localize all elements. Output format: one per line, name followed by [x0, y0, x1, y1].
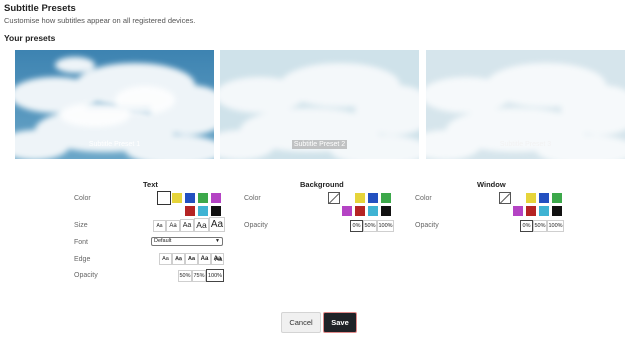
chevron-down-icon: ▼ — [215, 238, 220, 244]
preset-card-2[interactable]: Subtitle Preset 2 — [220, 50, 419, 159]
save-button[interactable]: Save — [323, 312, 357, 333]
text-size-xs-option[interactable]: Aa — [153, 220, 166, 232]
font-select[interactable]: Default ▼ — [151, 237, 223, 246]
text-heading: Text — [143, 180, 158, 189]
text-size-label: Size — [74, 222, 88, 229]
window-color-label: Color — [415, 195, 432, 202]
preset-1-caption: Subtitle Preset 1 — [88, 141, 141, 148]
window-color-none-swatch[interactable] — [499, 192, 511, 204]
font-select-value: Default — [154, 238, 172, 244]
background-color-black-swatch[interactable] — [380, 205, 392, 217]
text-opacity-50-option[interactable]: 50% — [178, 270, 192, 282]
preset-3-caption: Subtitle Preset 3 — [499, 141, 552, 148]
text-color-green-swatch[interactable] — [197, 192, 209, 204]
text-size-l-option[interactable]: Aa — [194, 218, 209, 232]
edge-depressed-option[interactable]: Aa — [185, 253, 198, 265]
text-size-s-option[interactable]: Aa — [166, 220, 180, 232]
window-color-green-swatch[interactable] — [551, 192, 563, 204]
text-color-magenta-swatch[interactable] — [210, 192, 222, 204]
background-color-yellow-swatch[interactable] — [354, 192, 366, 204]
edge-none-option[interactable]: Aa — [159, 253, 172, 265]
window-color-white-swatch[interactable] — [512, 192, 524, 204]
text-font-label: Font — [74, 239, 89, 246]
background-heading: Background — [300, 180, 344, 189]
text-opacity-75-option[interactable]: 75% — [192, 270, 206, 282]
background-color-none-swatch[interactable] — [328, 192, 340, 204]
window-color-black-swatch[interactable] — [551, 205, 563, 217]
text-color-black-swatch[interactable] — [210, 205, 222, 217]
window-color-blue-swatch[interactable] — [538, 192, 550, 204]
text-color-yellow-swatch[interactable] — [171, 192, 183, 204]
preset-card-1[interactable]: Subtitle Preset 1 — [15, 50, 214, 159]
text-opacity-100-option[interactable]: 100% — [206, 269, 224, 282]
text-color-white-swatch[interactable] — [157, 191, 171, 205]
text-edge-label: Edge — [74, 256, 91, 263]
background-color-blue-swatch[interactable] — [367, 192, 379, 204]
background-opacity-50-option[interactable]: 50% — [363, 220, 377, 232]
window-opacity-100-option[interactable]: 100% — [547, 220, 564, 232]
background-color-green-swatch[interactable] — [380, 192, 392, 204]
edge-raised-option[interactable]: Aa — [172, 253, 185, 265]
background-opacity-0-option[interactable]: 0% — [350, 220, 363, 232]
background-color-magenta-swatch[interactable] — [341, 205, 353, 217]
window-opacity-50-option[interactable]: 50% — [533, 220, 547, 232]
background-color-label: Color — [244, 195, 261, 202]
page-title: Subtitle Presets — [4, 3, 76, 14]
window-color-magenta-swatch[interactable] — [512, 205, 524, 217]
page-subtitle: Customise how subtitles appear on all re… — [4, 16, 196, 25]
presets-section-title: Your presets — [4, 33, 56, 43]
background-color-white-swatch[interactable] — [341, 192, 353, 204]
text-size-m-option[interactable]: Aa — [180, 219, 194, 232]
edge-uniform-option[interactable]: Aa — [198, 253, 211, 265]
background-opacity-100-option[interactable]: 100% — [377, 220, 394, 232]
window-color-red-swatch[interactable] — [525, 205, 537, 217]
window-opacity-0-option[interactable]: 0% — [520, 220, 533, 232]
preset-card-3[interactable]: Subtitle Preset 3 — [426, 50, 625, 159]
window-color-yellow-swatch[interactable] — [525, 192, 537, 204]
edge-dropshadow-option[interactable]: Aa — [211, 253, 224, 265]
text-color-label: Color — [74, 195, 91, 202]
window-opacity-label: Opacity — [415, 222, 439, 229]
text-opacity-label: Opacity — [74, 272, 98, 279]
window-color-cyan-swatch[interactable] — [538, 205, 550, 217]
background-color-cyan-swatch[interactable] — [367, 205, 379, 217]
preset-2-caption: Subtitle Preset 2 — [291, 140, 348, 149]
text-color-blue-swatch[interactable] — [184, 192, 196, 204]
background-color-red-swatch[interactable] — [354, 205, 366, 217]
text-color-cyan-swatch[interactable] — [197, 205, 209, 217]
background-opacity-label: Opacity — [244, 222, 268, 229]
text-size-xl-option[interactable]: Aa — [209, 217, 225, 232]
window-heading: Window — [477, 180, 506, 189]
text-color-red-swatch[interactable] — [184, 205, 196, 217]
cancel-button[interactable]: Cancel — [281, 312, 321, 333]
